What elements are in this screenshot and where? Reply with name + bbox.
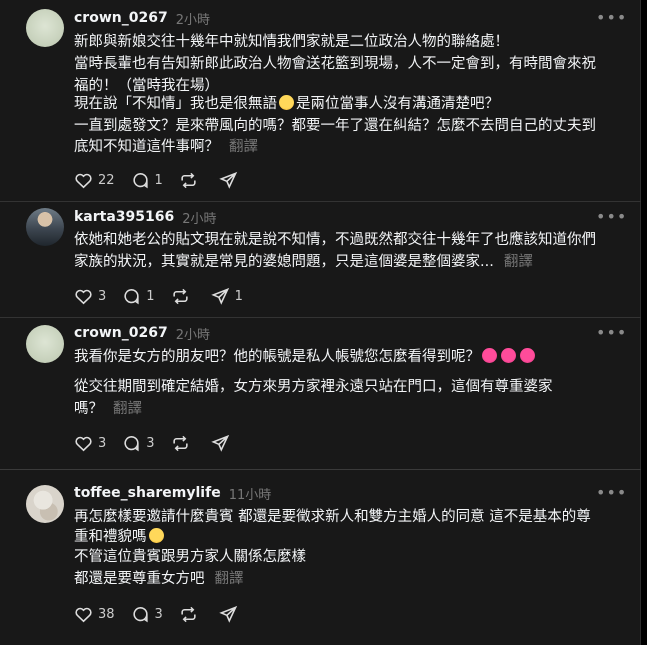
comment-icon bbox=[132, 606, 148, 622]
comment-text-line: 一直到處發文？是來帶風向的嗎？都要一年了還在糾結？怎麼不去問自己的丈夫到 bbox=[74, 118, 596, 134]
more-horizontal-icon[interactable]: ••• bbox=[596, 325, 627, 341]
heart-icon bbox=[75, 173, 92, 188]
username[interactable]: karta395166 bbox=[74, 209, 174, 225]
reply-button[interactable]: 3 bbox=[131, 605, 163, 624]
repost-icon bbox=[172, 288, 188, 304]
timestamp[interactable]: 11小時 bbox=[229, 484, 272, 503]
timestamp[interactable]: 2小時 bbox=[182, 208, 216, 227]
like-count: 22 bbox=[98, 172, 115, 188]
comment-icon bbox=[124, 435, 139, 451]
divider bbox=[0, 201, 641, 202]
star-struck-emoji-icon bbox=[482, 348, 497, 363]
reply-count: 3 bbox=[154, 606, 163, 622]
comment-text-line: 家族的狀況，其實就是常見的婆媳問題，只是這個婆是整個婆家... 翻譯 bbox=[74, 254, 533, 270]
comment-text-line: 我看你是女方的朋友吧？他的帳號是私人帳號您怎麼看得到呢？ bbox=[74, 346, 537, 368]
comment-icon bbox=[124, 288, 139, 304]
comment-text-line: 都還是要尊重女方吧 翻譯 bbox=[74, 571, 244, 587]
avatar[interactable] bbox=[26, 9, 64, 47]
share-button[interactable] bbox=[219, 605, 243, 624]
username[interactable]: toffee_sharemylife bbox=[74, 485, 221, 501]
reply-button[interactable]: 1 bbox=[131, 171, 163, 190]
more-horizontal-icon[interactable]: ••• bbox=[596, 10, 627, 26]
comment-text-line: 依她和她老公的貼文現在就是說不知情，不過既然都交往十幾年了也應該知道你們 bbox=[74, 232, 596, 248]
divider bbox=[0, 469, 641, 470]
translate-link[interactable]: 翻譯 bbox=[215, 571, 244, 587]
heart-icon bbox=[75, 436, 92, 451]
send-icon bbox=[210, 287, 229, 305]
reply-button[interactable]: 3 bbox=[122, 434, 155, 453]
flushed-emoji-icon bbox=[279, 95, 294, 110]
timestamp[interactable]: 2小時 bbox=[176, 9, 210, 28]
share-button[interactable] bbox=[219, 171, 243, 190]
like-button[interactable]: 22 bbox=[74, 171, 115, 190]
repost-icon bbox=[181, 172, 196, 188]
star-struck-emoji-icon bbox=[501, 348, 516, 363]
repost-button[interactable] bbox=[179, 605, 203, 624]
translate-link[interactable]: 翻譯 bbox=[229, 139, 258, 155]
like-button[interactable]: 3 bbox=[74, 287, 106, 306]
timestamp[interactable]: 2小時 bbox=[176, 324, 210, 343]
comment-text-line: 嗎？ 翻譯 bbox=[74, 401, 142, 417]
share-button[interactable]: 1 bbox=[210, 287, 243, 306]
repost-button[interactable] bbox=[171, 434, 195, 453]
like-button[interactable]: 38 bbox=[74, 605, 115, 624]
reply-button[interactable]: 1 bbox=[122, 287, 155, 306]
like-count: 3 bbox=[98, 288, 107, 304]
comments-panel: crown_0267 2小時 ••• 新郎與新娘交往十幾年中就知情我們家就是二位… bbox=[0, 0, 641, 645]
send-icon bbox=[219, 171, 238, 189]
reply-count: 1 bbox=[154, 172, 163, 188]
comment-text-line: 當時長輩也有告知新郎此政治人物會送花籃到現場，人不一定會到，有時間會來祝 bbox=[74, 56, 596, 72]
comment-text-line: 底知不知道這件事啊？ 翻譯 bbox=[74, 139, 258, 155]
repost-button[interactable] bbox=[171, 287, 195, 306]
username[interactable]: crown_0267 bbox=[74, 325, 168, 341]
share-button[interactable] bbox=[210, 434, 235, 453]
translate-link[interactable]: 翻譯 bbox=[113, 401, 142, 417]
repost-icon bbox=[172, 435, 188, 451]
more-horizontal-icon[interactable]: ••• bbox=[596, 209, 627, 225]
repost-button[interactable] bbox=[179, 171, 203, 190]
reply-count: 3 bbox=[146, 435, 155, 451]
comment-icon bbox=[132, 172, 148, 188]
repost-icon bbox=[181, 606, 196, 622]
send-icon bbox=[219, 605, 238, 623]
comment-text-line: 現在說「不知情」我也是很無語 是兩位當事人沒有溝通清楚吧？ bbox=[74, 95, 499, 112]
reply-count: 1 bbox=[146, 288, 155, 304]
like-count: 3 bbox=[98, 435, 107, 451]
share-count: 1 bbox=[234, 288, 243, 304]
flushed-emoji-icon bbox=[148, 528, 164, 543]
avatar[interactable] bbox=[26, 208, 64, 246]
comment-text-line: 不管這位貴賓跟男方家人關係怎麼樣 bbox=[74, 549, 306, 565]
avatar[interactable] bbox=[26, 325, 64, 363]
heart-icon bbox=[75, 607, 92, 622]
like-button[interactable]: 3 bbox=[74, 434, 106, 453]
like-count: 38 bbox=[98, 606, 115, 622]
comment-text-line: 從交往期間到確定結婚，女方來男方家裡永遠只站在門口，這個有尊重婆家 bbox=[74, 379, 553, 395]
username[interactable]: crown_0267 bbox=[74, 10, 168, 26]
avatar[interactable] bbox=[26, 485, 64, 523]
comment-text-line: 重和禮貌嗎 bbox=[74, 526, 166, 548]
send-icon bbox=[210, 434, 229, 452]
comment-text-line: 再怎麼樣要邀請什麼貴賓 都還是要徵求新人和雙方主婚人的同意 這不是基本的尊 bbox=[74, 509, 591, 525]
comment-text-line: 新郎與新娘交往十幾年中就知情我們家就是二位政治人物的聯絡處！ bbox=[74, 34, 509, 50]
translate-link[interactable]: 翻譯 bbox=[504, 254, 533, 270]
more-horizontal-icon[interactable]: ••• bbox=[596, 485, 627, 501]
divider bbox=[0, 317, 641, 318]
star-struck-emoji-icon bbox=[520, 348, 535, 363]
heart-icon bbox=[75, 289, 92, 304]
